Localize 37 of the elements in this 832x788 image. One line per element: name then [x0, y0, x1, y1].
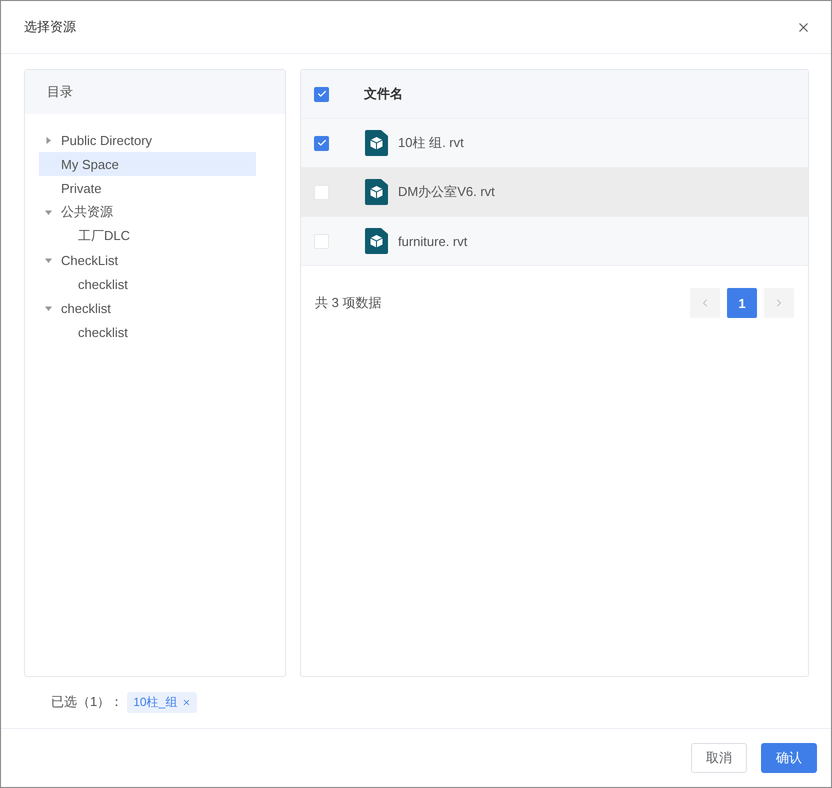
page-button[interactable]: 1 — [727, 288, 757, 318]
tree-label: checklist — [78, 276, 128, 292]
table-row[interactable]: furniture. rvt — [301, 217, 808, 266]
check-icon — [316, 89, 326, 99]
dialog-title: 选择资源 — [24, 18, 76, 36]
file-name: furniture. rvt — [398, 234, 468, 248]
remove-icon[interactable] — [182, 698, 192, 706]
checkbox[interactable] — [314, 136, 329, 150]
tree-item[interactable]: My Space — [39, 152, 256, 176]
table-row[interactable]: 10柱 组. rvt — [301, 119, 808, 168]
tree-label: Private — [61, 180, 102, 196]
caret-icon[interactable] — [45, 208, 52, 216]
table-row[interactable]: DM办公室V6. rvt — [301, 168, 808, 217]
check-icon — [316, 138, 326, 148]
cancel-button[interactable]: 取消 — [691, 743, 747, 773]
tree-label: 公共资源 — [61, 203, 113, 221]
confirm-button[interactable]: 确认 — [761, 743, 817, 773]
tree-label: checklist — [61, 300, 111, 316]
tree-label: My Space — [61, 156, 119, 172]
file-icon — [365, 130, 388, 156]
tree-label: CheckList — [61, 252, 118, 268]
caret-icon[interactable] — [45, 256, 52, 264]
column-header: 文件名 — [364, 85, 403, 103]
file-name: 10柱 组. rvt — [398, 134, 464, 152]
tree-label: checklist — [78, 324, 128, 340]
panel-heading: 目录 — [25, 70, 285, 114]
file-icon — [365, 179, 388, 205]
tag-text: 10柱_组 — [133, 694, 178, 710]
checkbox[interactable] — [314, 86, 329, 102]
tree-label: 工厂DLC — [78, 227, 130, 245]
tree-label: Public Directory — [61, 132, 152, 148]
caret-icon[interactable] — [45, 136, 52, 144]
total-count: 共 3 项数据 — [315, 294, 382, 312]
file-icon — [365, 228, 388, 254]
caret-icon[interactable] — [45, 304, 52, 312]
selected-label: 已选（1）： — [51, 693, 124, 711]
file-name: DM办公室V6. rvt — [398, 183, 495, 201]
